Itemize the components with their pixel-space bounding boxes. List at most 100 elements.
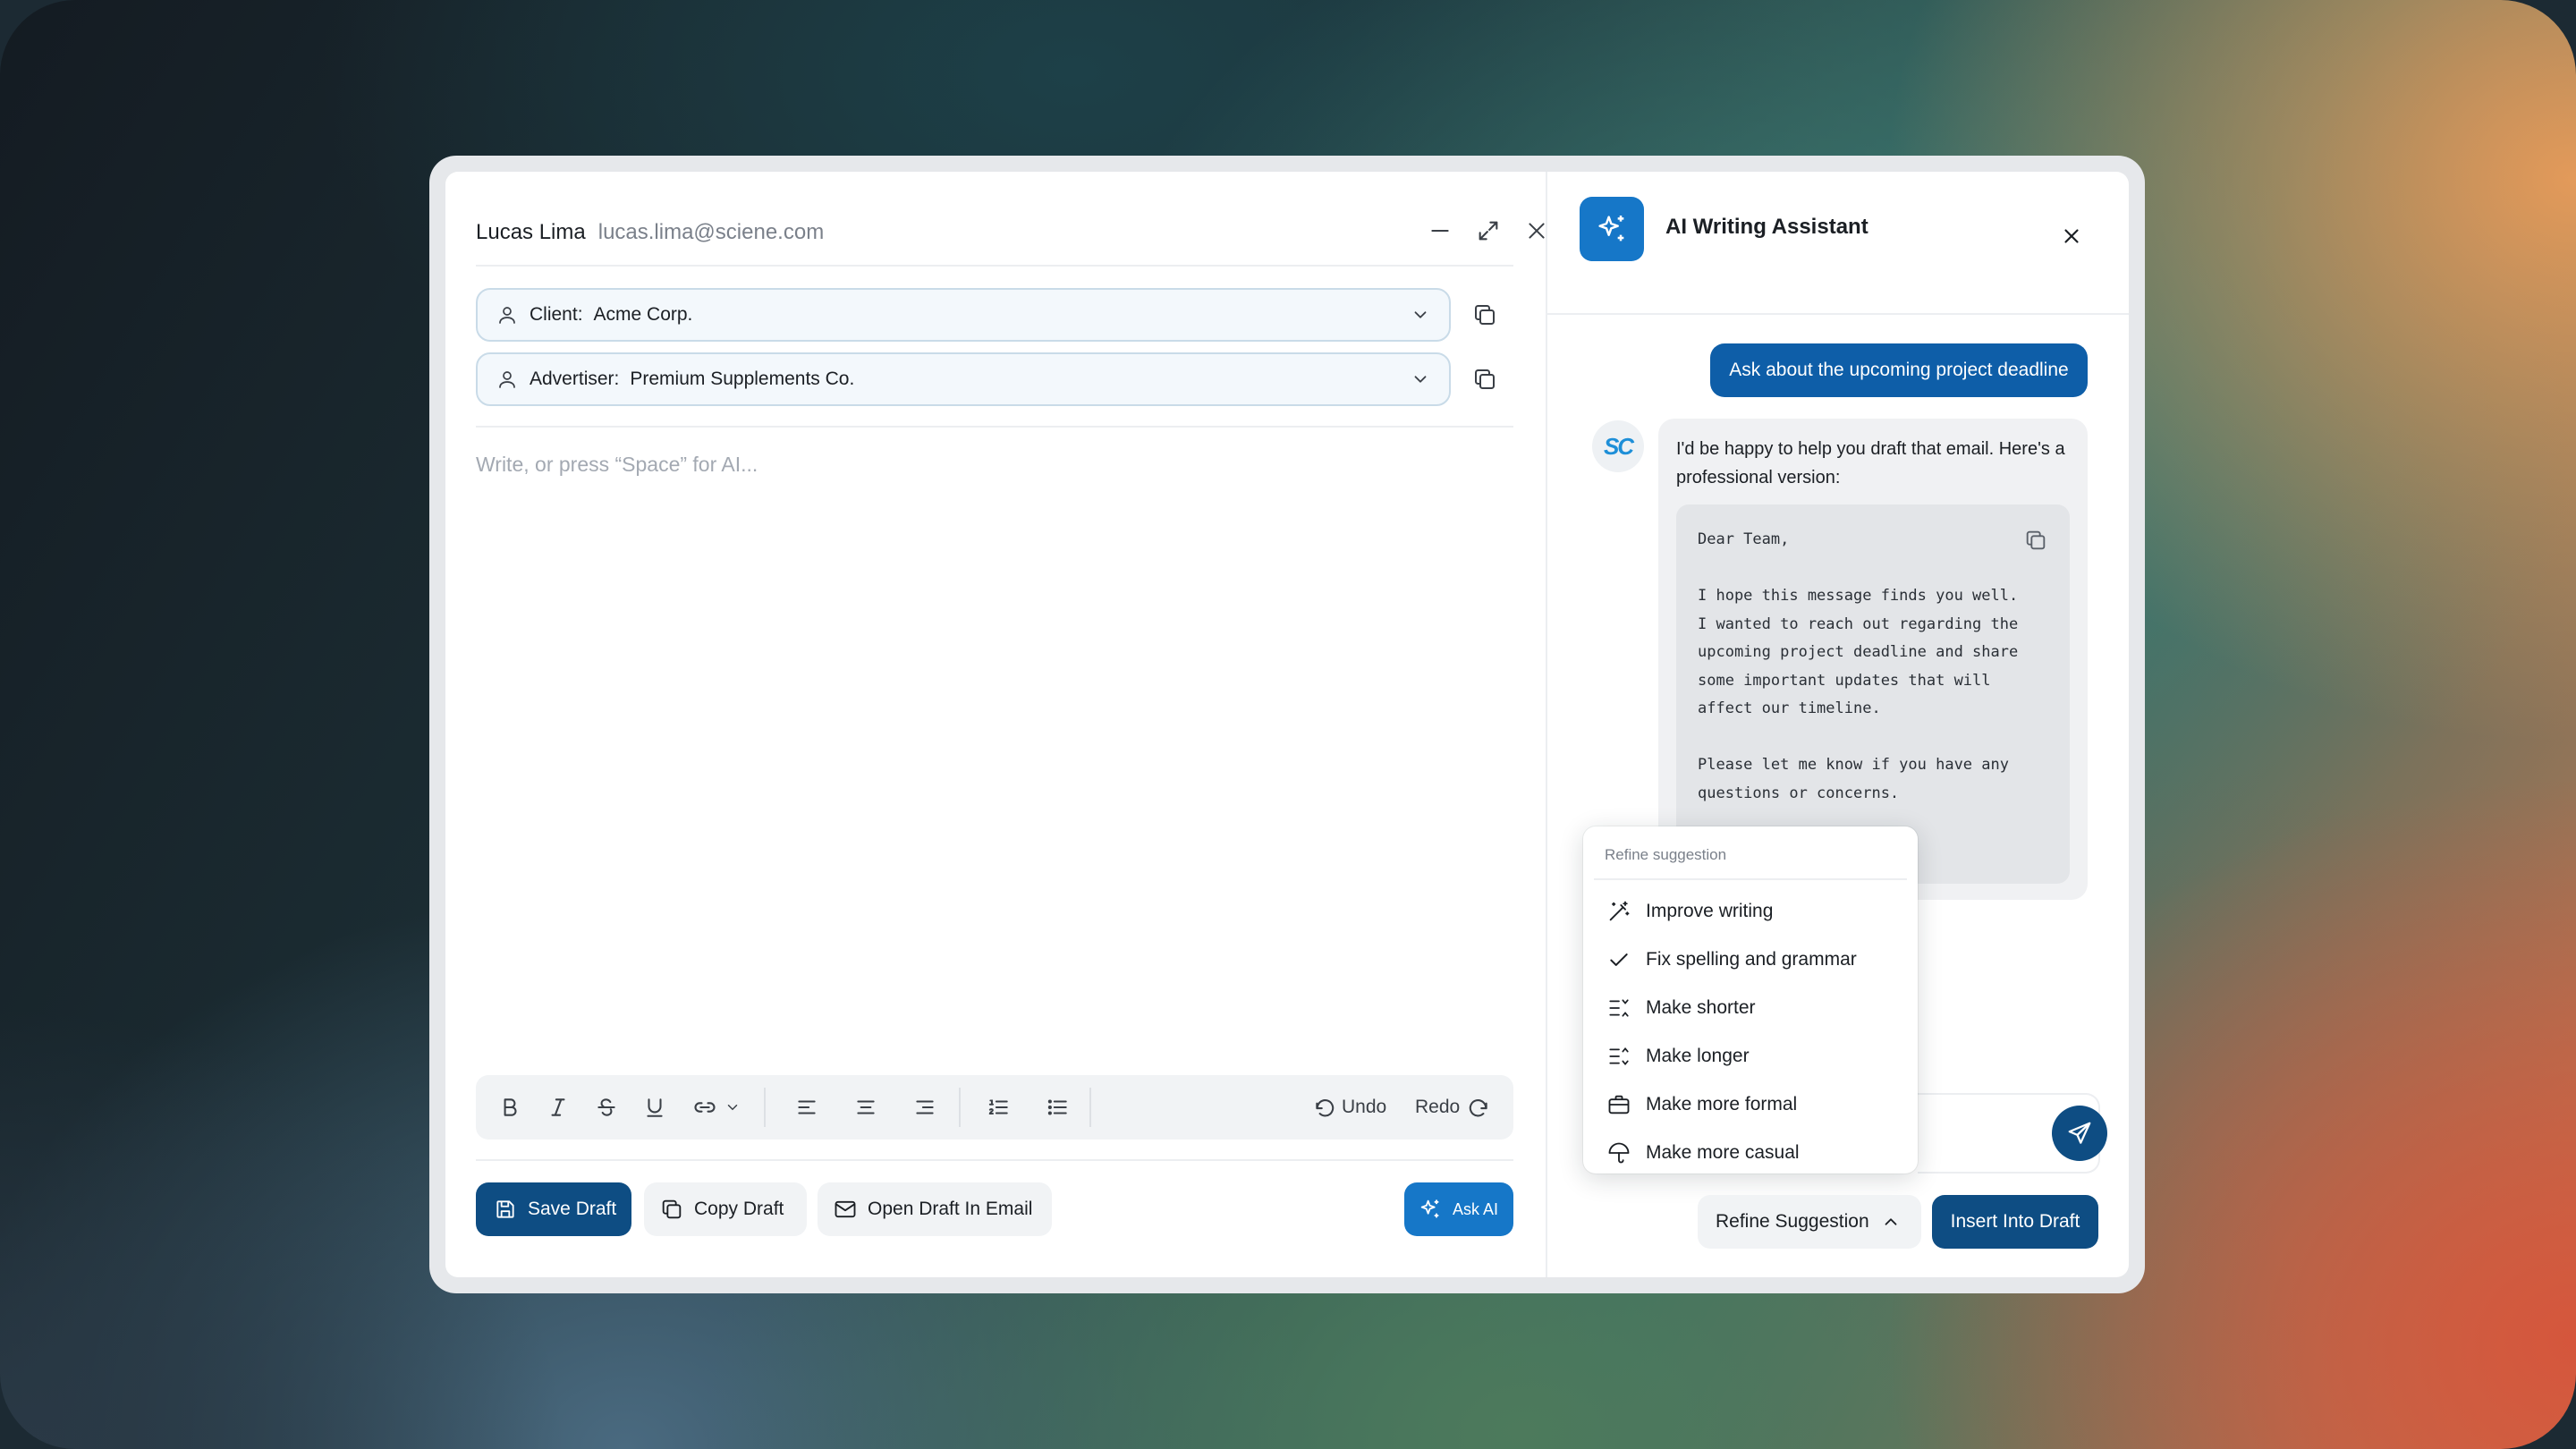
close-icon (2064, 229, 2079, 243)
chevron-down-icon (1408, 367, 1433, 392)
menu-item-make-longer[interactable]: Make longer (1594, 1034, 1907, 1079)
formatting-toolbar: Undo Redo (476, 1075, 1513, 1140)
copy-advertiser-button[interactable] (1467, 361, 1503, 397)
ask-ai-button[interactable]: Ask AI (1404, 1182, 1513, 1236)
client-field-value: Acme Corp. (593, 304, 693, 325)
refine-suggestion-button[interactable]: Refine Suggestion (1698, 1195, 1921, 1249)
toolbar-divider (764, 1088, 766, 1127)
assistant-header-divider (1547, 313, 2129, 315)
refine-menu-header: Refine suggestion (1605, 846, 1727, 863)
align-left-button[interactable] (789, 1089, 825, 1125)
save-icon (492, 1196, 519, 1223)
redo-icon (1470, 1099, 1487, 1117)
copy-draft-label: Copy Draft (694, 1199, 784, 1219)
shorten-text-icon (1605, 994, 1633, 1022)
align-right-icon (916, 1100, 934, 1114)
save-draft-button[interactable]: Save Draft (476, 1182, 631, 1236)
copy-icon (1475, 305, 1495, 325)
user-message-bubble: Ask about the upcoming project deadline (1710, 343, 2088, 397)
expand-button[interactable] (1469, 211, 1508, 250)
send-button[interactable] (2052, 1106, 2107, 1161)
chevron-down-icon (1408, 302, 1433, 327)
draft-line: I wanted to reach out regarding the (1698, 614, 2019, 633)
minimize-button[interactable] (1420, 211, 1460, 250)
menu-item-label: Make longer (1646, 1046, 1750, 1066)
ordered-list-button[interactable] (980, 1089, 1016, 1125)
refine-menu-divider (1594, 878, 1907, 880)
menu-item-make-more-formal[interactable]: Make more formal (1594, 1082, 1907, 1127)
ai-assistant-panel: AI Writing Assistant Ask about the upcom… (1547, 172, 2129, 1277)
open-draft-in-email-button[interactable]: Open Draft In Email (818, 1182, 1052, 1236)
chevron-down-icon (727, 1105, 738, 1111)
check-icon (1605, 945, 1633, 974)
open-draft-label: Open Draft In Email (868, 1199, 1033, 1219)
composer-panel: Lucas Lima lucas.lima@sciene.com Client:… (445, 172, 1546, 1277)
advertiser-field-label: Advertiser: (530, 369, 620, 389)
undo-icon (1316, 1099, 1335, 1117)
draft-line: affect our timeline. (1698, 699, 1881, 717)
align-center-icon (857, 1100, 875, 1114)
insert-into-draft-button[interactable]: Insert Into Draft (1932, 1195, 2098, 1249)
bold-button[interactable] (492, 1089, 528, 1125)
underline-button[interactable] (637, 1089, 673, 1125)
menu-item-label: Fix spelling and grammar (1646, 949, 1857, 970)
menu-item-make-shorter[interactable]: Make shorter (1594, 986, 1907, 1030)
menu-item-label: Make shorter (1646, 997, 1756, 1018)
menu-item-make-more-casual[interactable]: Make more casual (1594, 1131, 1907, 1175)
draft-text: Dear Team, I hope this message finds you … (1698, 526, 2048, 808)
ai-response-intro: I'd be happy to help you draft that emai… (1676, 439, 2065, 487)
underline-icon (647, 1098, 663, 1117)
toolbar-divider (959, 1088, 961, 1127)
menu-item-fix-spelling[interactable]: Fix spelling and grammar (1594, 937, 1907, 982)
link-button[interactable] (687, 1089, 723, 1125)
mail-icon (832, 1196, 859, 1223)
link-options-dropdown[interactable] (721, 1089, 744, 1125)
align-right-button[interactable] (907, 1089, 943, 1125)
draft-line: I hope this message finds you well. (1698, 587, 2019, 605)
copy-client-button[interactable] (1467, 297, 1503, 333)
draft-line: Please let me know if you have any (1698, 756, 2009, 774)
draft-line (1698, 724, 2048, 752)
close-assistant-button[interactable] (2055, 220, 2088, 252)
lengthen-text-icon (1605, 1042, 1633, 1071)
refine-suggestion-label: Refine Suggestion (1716, 1211, 1869, 1232)
italic-button[interactable] (540, 1089, 576, 1125)
composer-header: Lucas Lima lucas.lima@sciene.com (476, 215, 824, 250)
menu-item-improve-writing[interactable]: Improve writing (1594, 889, 1907, 934)
align-center-button[interactable] (848, 1089, 884, 1125)
draft-line: some important updates that will (1698, 671, 1991, 690)
assistant-title: AI Writing Assistant (1665, 215, 1868, 239)
header-divider (476, 265, 1513, 267)
menu-item-label: Make more casual (1646, 1142, 1800, 1163)
advertiser-field-value: Premium Supplements Co. (630, 369, 855, 389)
undo-button[interactable]: Undo (1313, 1093, 1386, 1122)
strikethrough-button[interactable] (589, 1089, 624, 1125)
ask-ai-label: Ask AI (1453, 1199, 1499, 1218)
undo-label: Undo (1342, 1097, 1387, 1117)
strikethrough-icon (597, 1098, 615, 1116)
toolbar-divider (1089, 1088, 1091, 1127)
redo-label: Redo (1415, 1097, 1461, 1117)
bold-icon (504, 1098, 517, 1116)
redo-button[interactable]: Redo (1415, 1093, 1490, 1122)
sender-email: lucas.lima@sciene.com (597, 220, 825, 244)
advertiser-field[interactable]: Advertiser: Premium Supplements Co. (476, 352, 1451, 406)
copy-draft-button[interactable]: Copy Draft (644, 1182, 807, 1236)
copy-draft-snippet-button[interactable] (2020, 524, 2052, 556)
align-left-icon (798, 1100, 816, 1114)
bullet-list-icon (1047, 1099, 1067, 1115)
user-icon (494, 366, 521, 393)
sparkles-icon (1417, 1196, 1444, 1223)
editor-body[interactable]: Write, or press “Space” for AI... (476, 453, 758, 477)
menu-item-label: Improve writing (1646, 901, 1774, 921)
bullet-list-button[interactable] (1039, 1089, 1075, 1125)
umbrella-icon (1605, 1139, 1633, 1167)
client-field[interactable]: Client: Acme Corp. (476, 288, 1451, 342)
draft-line: questions or concerns. (1698, 784, 1900, 802)
copy-icon (1475, 369, 1495, 389)
draft-line: upcoming project deadline and share (1698, 643, 2019, 661)
client-field-label: Client: (530, 304, 583, 325)
user-icon (494, 301, 521, 328)
send-icon (2068, 1122, 2091, 1144)
ai-assistant-logo (1580, 197, 1644, 261)
